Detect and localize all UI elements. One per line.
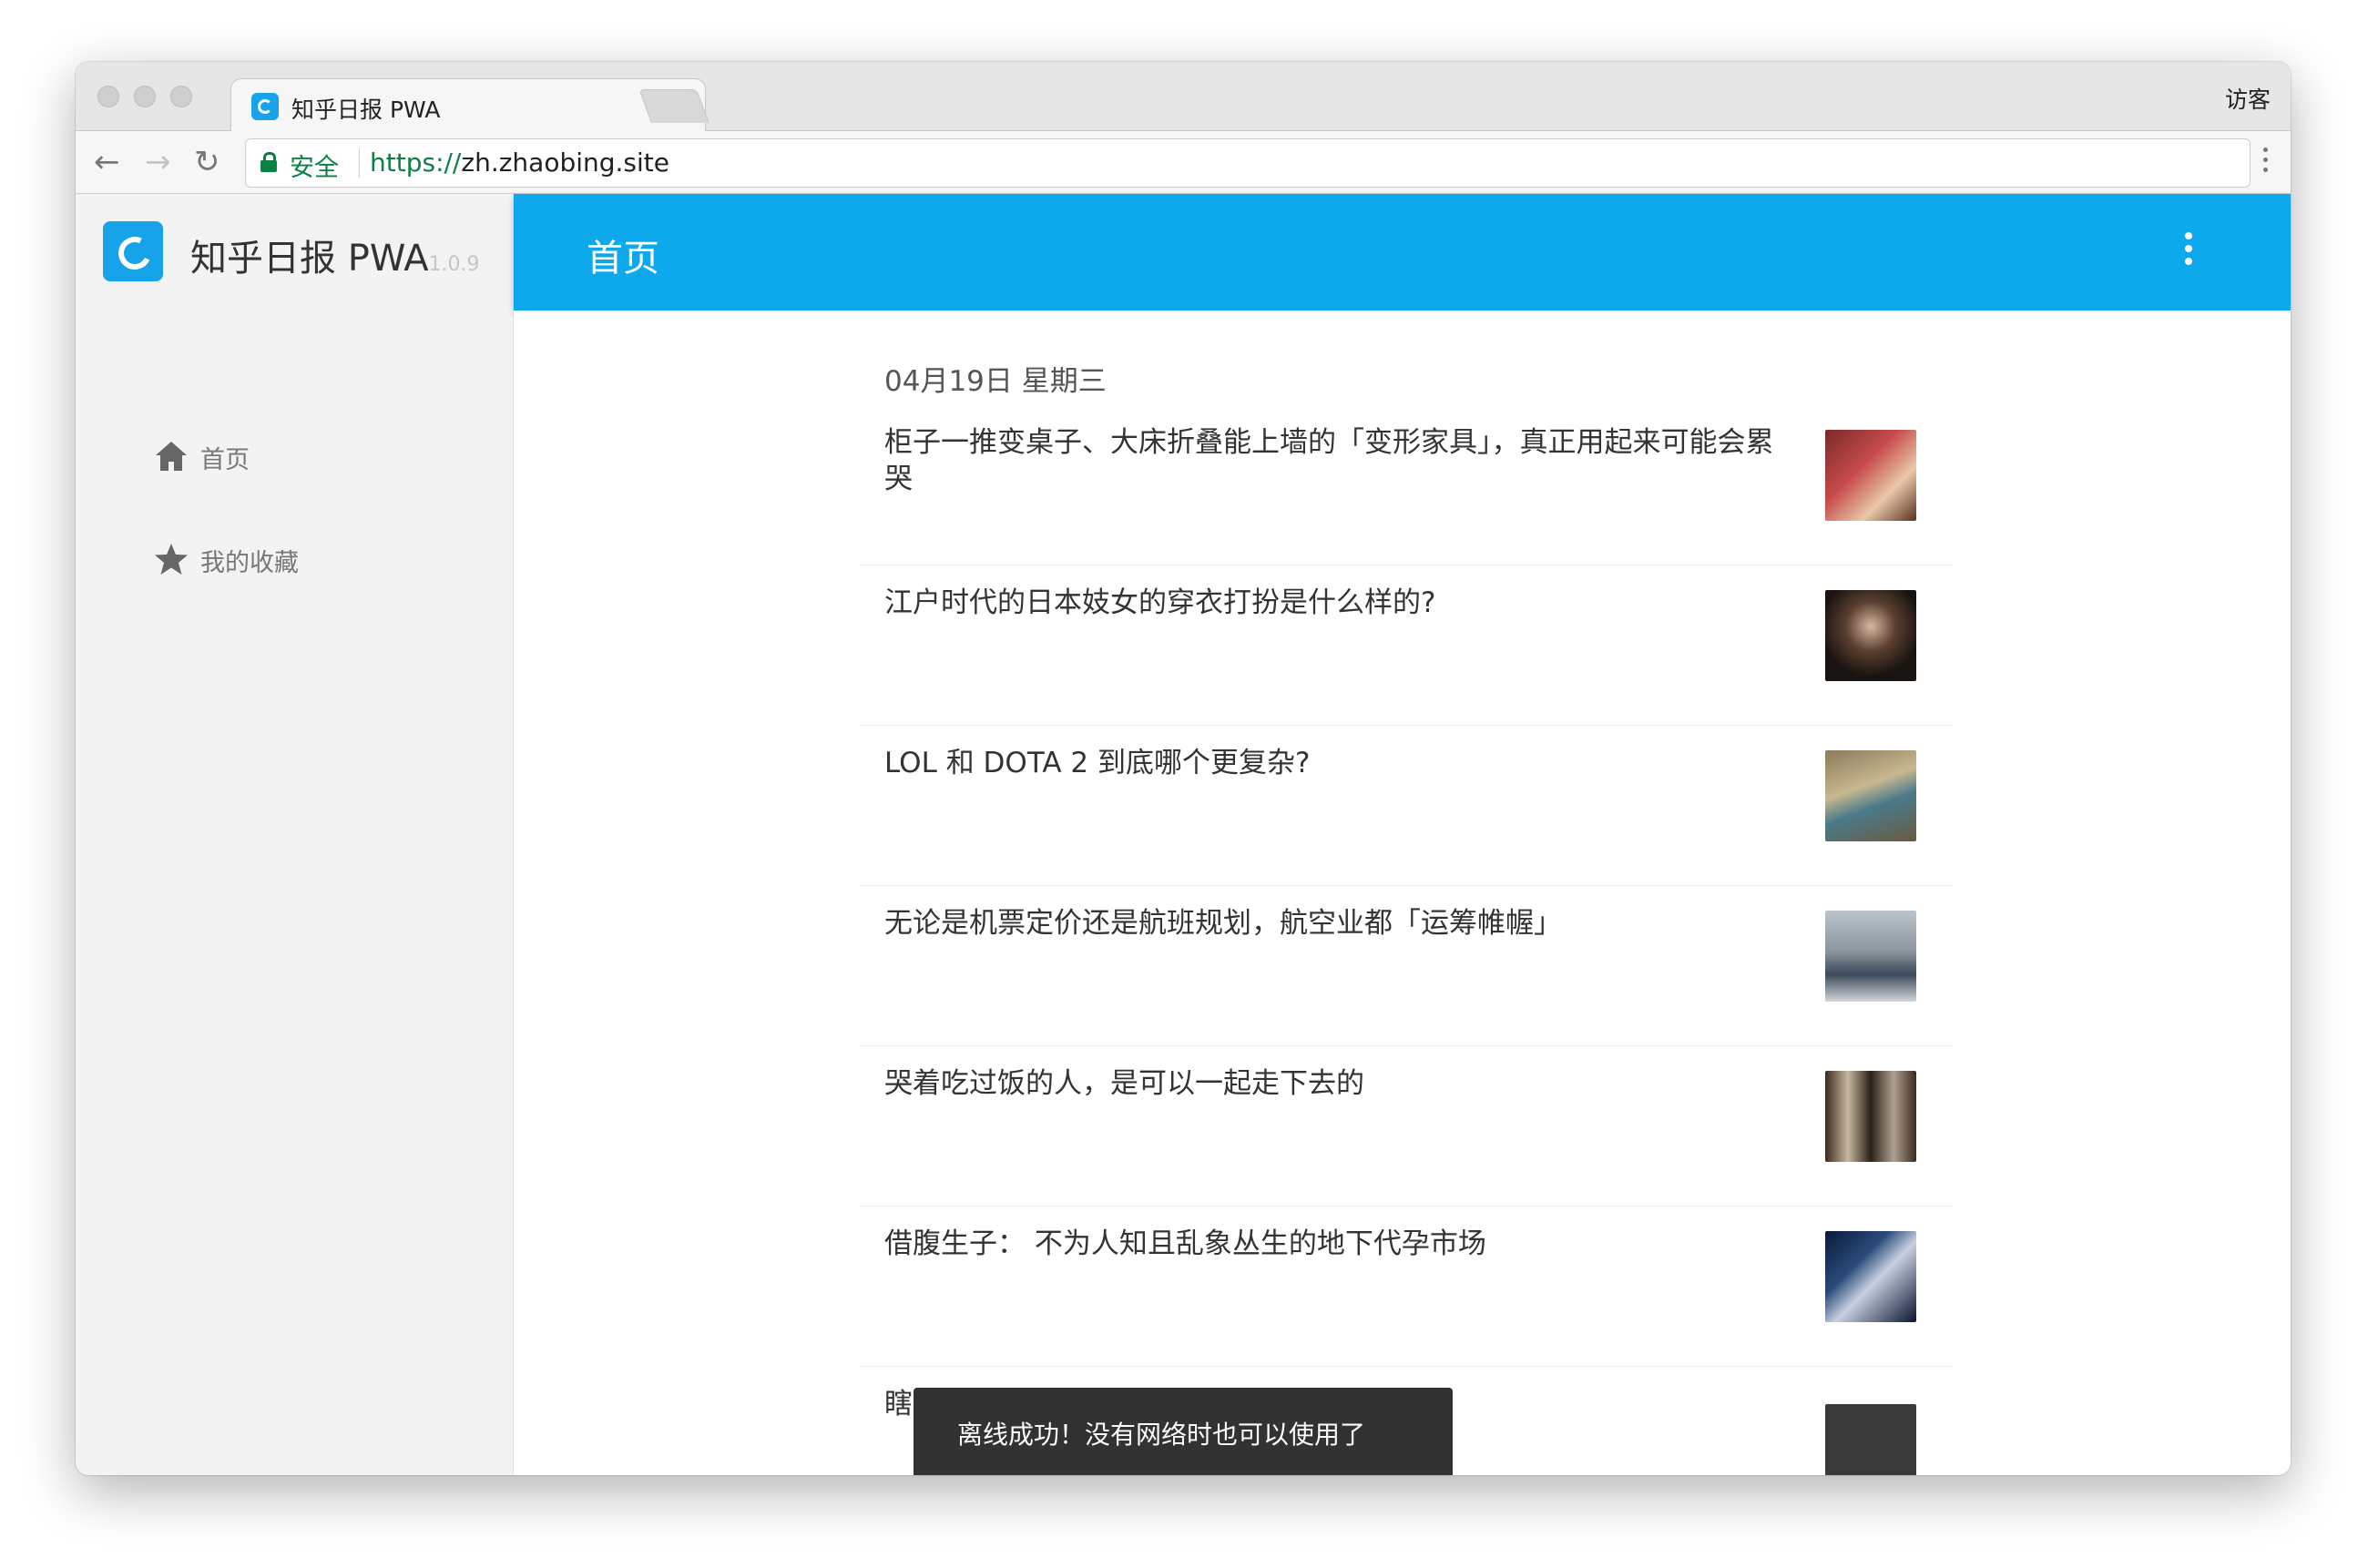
story-title: 借腹生子： 不为人知且乱象丛生的地下代孕市场: [884, 1227, 1486, 1260]
story-item[interactable]: 江户时代的日本妓女的穿衣打扮是什么样的?: [860, 565, 1953, 726]
app-logo-icon: [103, 221, 163, 281]
story-title: 哭着吃过饭的人，是可以一起走下去的: [884, 1067, 1364, 1100]
story-title: LOL 和 DOTA 2 到底哪个更复杂?: [884, 747, 1311, 779]
story-item[interactable]: 无论是机票定价还是航班规划，航空业都「运筹帷幄」: [860, 885, 1953, 1046]
story-thumbnail: [1825, 430, 1916, 521]
story-thumbnail: [1825, 750, 1916, 841]
tab-strip: 知乎日报 PWA × 访客: [76, 62, 2291, 132]
lock-icon: [260, 152, 277, 172]
app-header: 首页: [514, 194, 2291, 311]
story-thumbnail: [1825, 590, 1916, 681]
more-vertical-icon[interactable]: [2185, 232, 2192, 270]
minimize-window-button[interactable]: [134, 86, 156, 107]
story-feed: 04月19日 星期三 柜子一推变桌子、大床折叠能上墙的「变形家具」，真正用起来可…: [514, 311, 2291, 1475]
reload-button[interactable]: ↻: [194, 144, 220, 180]
profile-button[interactable]: 访客: [2225, 82, 2271, 115]
home-icon: [156, 442, 187, 471]
app-name: 知乎日报 PWA: [190, 238, 429, 280]
app-brand: 知乎日报 PWA1.0.9: [190, 229, 480, 281]
story-item[interactable]: 柜子一推变桌子、大床折叠能上墙的「变形家具」，真正用起来可能会累哭: [860, 404, 1953, 565]
story-thumbnail: [1825, 1071, 1916, 1162]
back-button[interactable]: ←: [94, 144, 120, 180]
snackbar-toast: 离线成功！没有网络时也可以使用了: [914, 1388, 1453, 1475]
story-thumbnail: [1825, 1404, 1916, 1475]
story-title: 江户时代的日本妓女的穿衣打扮是什么样的?: [884, 586, 1436, 619]
snackbar-message: 离线成功！没有网络时也可以使用了: [957, 1420, 1366, 1450]
story-thumbnail: [1825, 1231, 1916, 1322]
browser-menu-icon[interactable]: [2263, 148, 2269, 178]
page-title: 首页: [587, 238, 659, 280]
close-window-button[interactable]: [97, 86, 119, 107]
browser-window: 知乎日报 PWA × 访客 ← → ↻ 安全 https://zh.zhaobi…: [76, 62, 2291, 1475]
url-text[interactable]: https://zh.zhaobing.site: [370, 148, 669, 178]
url-divider: [359, 148, 360, 178]
sidebar-item-label: 我的收藏: [200, 549, 299, 577]
story-item[interactable]: LOL 和 DOTA 2 到底哪个更复杂?: [860, 725, 1953, 886]
secure-label: 安全: [290, 154, 339, 182]
url-scheme: https://: [370, 148, 462, 178]
story-title: 柜子一推变桌子、大床折叠能上墙的「变形家具」，真正用起来可能会累哭: [884, 426, 1774, 495]
story-item[interactable]: 借腹生子： 不为人知且乱象丛生的地下代孕市场: [860, 1206, 1953, 1367]
story-item[interactable]: 哭着吃过饭的人，是可以一起走下去的: [860, 1045, 1953, 1207]
date-heading: 04月19日 星期三: [884, 365, 1107, 398]
new-tab-button[interactable]: [638, 89, 709, 123]
active-tab[interactable]: 知乎日报 PWA ×: [230, 78, 706, 132]
sidebar-item-label: 首页: [200, 446, 250, 474]
story-thumbnail: [1825, 911, 1916, 1002]
favicon-icon: [251, 93, 279, 120]
address-bar[interactable]: 安全 https://zh.zhaobing.site: [245, 138, 2251, 188]
forward-button[interactable]: →: [145, 144, 171, 180]
zoom-window-button[interactable]: [170, 86, 192, 107]
url-host: zh.zhaobing.site: [461, 148, 669, 178]
story-title: 无论是机票定价还是航班规划，航空业都「运筹帷幄」: [884, 907, 1562, 940]
tab-title: 知乎日报 PWA: [291, 97, 441, 123]
browser-toolbar: ← → ↻ 安全 https://zh.zhaobing.site: [76, 131, 2291, 194]
app-version: 1.0.9: [428, 253, 480, 276]
sidebar: 知乎日报 PWA1.0.9 首页 我的收藏: [76, 194, 514, 1475]
star-icon: [155, 544, 188, 575]
